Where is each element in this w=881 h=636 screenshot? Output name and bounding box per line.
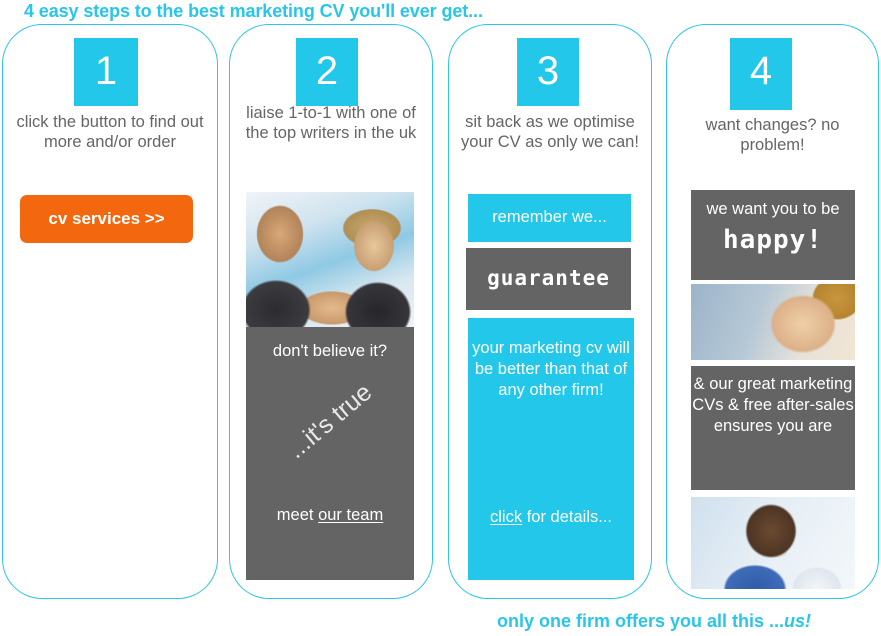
smiling-man-photo-image bbox=[691, 497, 855, 589]
step-number-2: 2 bbox=[296, 38, 358, 106]
business-people-photo-image bbox=[246, 192, 414, 327]
footer-tagline-text: only one firm offers you all this ... bbox=[497, 611, 785, 631]
step4-happy-line1: we want you to be bbox=[706, 200, 840, 218]
business-people-photo bbox=[246, 192, 414, 327]
step3-remember-text: remember we... bbox=[492, 208, 607, 226]
smiling-man-photo bbox=[691, 497, 855, 589]
step-caption-2: liaise 1-to-1 with one of the top writer… bbox=[245, 104, 417, 142]
step4-happy-line2: happy! bbox=[723, 225, 823, 255]
step4-aftersales-box: & our great marketing CVs & free after-s… bbox=[691, 366, 855, 490]
step3-promise-box: your marketing cv will be better than th… bbox=[468, 318, 634, 580]
step4-aftersales-text: & our great marketing CVs & free after-s… bbox=[692, 375, 854, 435]
step4-happy-box: we want you to be happy! bbox=[691, 190, 855, 280]
step-panel-1 bbox=[2, 24, 218, 599]
page-title: 4 easy steps to the best marketing CV yo… bbox=[24, 1, 483, 21]
step2-team-link-prefix: meet bbox=[276, 506, 319, 524]
footer-tagline-emphasis: us! bbox=[784, 611, 812, 631]
step-caption-4: want changes? no problem! bbox=[705, 116, 840, 154]
step-number-3: 3 bbox=[517, 38, 579, 106]
step3-guarantee-box: guarantee bbox=[466, 248, 631, 310]
step-caption-3: sit back as we optimise your CV as only … bbox=[461, 113, 639, 151]
step3-details-link-text[interactable]: click bbox=[490, 508, 522, 526]
step3-details-link-suffix: for details... bbox=[522, 508, 612, 526]
cv-services-button[interactable]: cv services >> bbox=[20, 195, 193, 243]
step-caption-1: click the button to find out more and/or… bbox=[16, 113, 204, 151]
step2-team-link-text[interactable]: our team bbox=[318, 506, 383, 524]
step2-diagonal-text: ...it's true bbox=[282, 378, 378, 465]
smiling-woman-photo bbox=[691, 284, 855, 360]
cv-services-button-label: cv services >> bbox=[48, 209, 165, 228]
step2-team-link[interactable]: meet our team bbox=[246, 505, 414, 526]
step3-promise-text: your marketing cv will be better than th… bbox=[472, 339, 630, 399]
step3-guarantee-text: guarantee bbox=[487, 266, 610, 290]
step2-dark-panel: don't believe it? ...it's true meet our … bbox=[246, 327, 414, 580]
step-number-4: 4 bbox=[730, 38, 792, 110]
step-number-1: 1 bbox=[74, 38, 138, 106]
smiling-woman-photo-image bbox=[691, 284, 855, 360]
step3-details-link[interactable]: click for details... bbox=[468, 508, 634, 527]
footer-tagline: only one firm offers you all this ...us! bbox=[497, 611, 811, 632]
step3-remember-box: remember we... bbox=[468, 194, 631, 242]
marketing-steps-infographic: 4 easy steps to the best marketing CV yo… bbox=[0, 0, 881, 636]
step2-headline: don't believe it? bbox=[272, 342, 388, 360]
